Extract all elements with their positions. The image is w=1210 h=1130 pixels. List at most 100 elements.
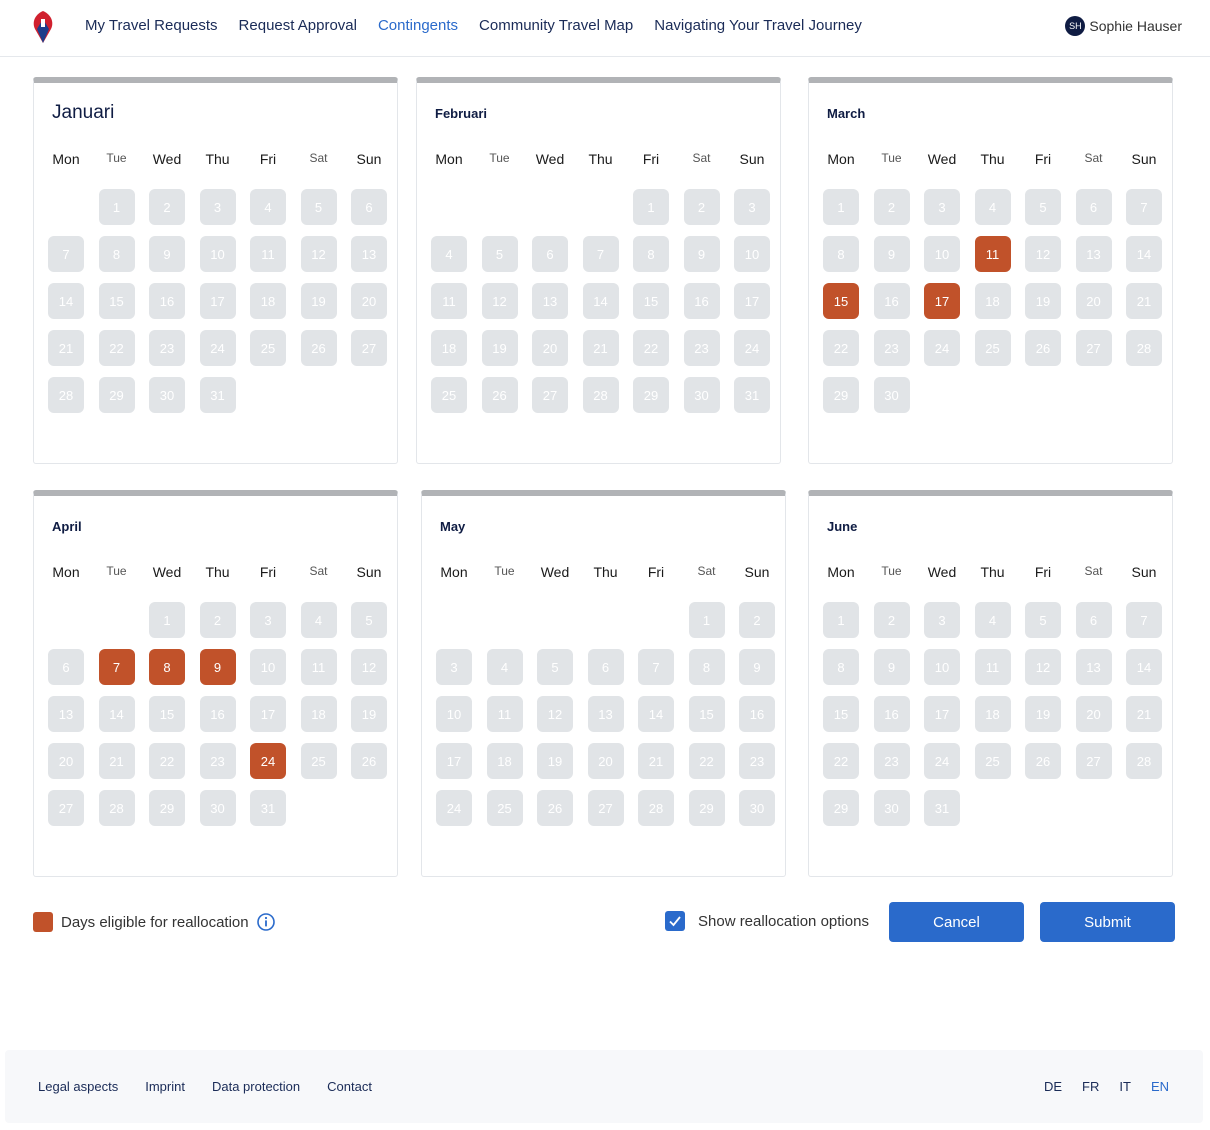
day-cell[interactable]: 7 xyxy=(638,649,674,685)
lang-fr[interactable]: FR xyxy=(1082,1079,1099,1094)
day-cell[interactable]: 17 xyxy=(436,743,472,779)
day-cell[interactable]: 29 xyxy=(149,790,185,826)
day-cell[interactable]: 26 xyxy=(1025,743,1061,779)
day-cell[interactable]: 4 xyxy=(431,236,467,272)
day-cell[interactable]: 22 xyxy=(633,330,669,366)
day-cell[interactable]: 12 xyxy=(481,283,518,319)
day-cell[interactable]: 18 xyxy=(300,696,337,732)
day-cell[interactable]: 18 xyxy=(974,283,1011,319)
day-cell[interactable]: 18 xyxy=(486,743,523,779)
day-cell[interactable]: 1 xyxy=(688,602,725,638)
lang-de[interactable]: DE xyxy=(1044,1079,1062,1094)
day-cell[interactable]: 29 xyxy=(688,790,725,826)
day-cell[interactable]: 26 xyxy=(1025,330,1061,366)
day-cell[interactable]: 28 xyxy=(48,377,84,413)
day-cell-eligible[interactable]: 8 xyxy=(149,649,185,685)
day-cell[interactable]: 22 xyxy=(823,743,859,779)
day-cell[interactable]: 15 xyxy=(633,283,669,319)
day-cell[interactable]: 4 xyxy=(486,649,523,685)
day-cell[interactable]: 31 xyxy=(250,790,286,826)
day-cell[interactable]: 7 xyxy=(1126,189,1162,225)
day-cell[interactable]: 6 xyxy=(1075,602,1112,638)
day-cell[interactable]: 9 xyxy=(683,236,720,272)
day-cell[interactable]: 16 xyxy=(873,696,910,732)
day-cell[interactable]: 17 xyxy=(924,696,960,732)
day-cell[interactable]: 10 xyxy=(924,649,960,685)
day-cell[interactable]: 30 xyxy=(149,377,185,413)
day-cell[interactable]: 25 xyxy=(486,790,523,826)
day-cell[interactable]: 22 xyxy=(688,743,725,779)
day-cell[interactable]: 14 xyxy=(1126,649,1162,685)
day-cell[interactable]: 29 xyxy=(633,377,669,413)
day-cell[interactable]: 29 xyxy=(823,377,859,413)
nav-request-approval[interactable]: Request Approval xyxy=(239,17,357,34)
day-cell[interactable]: 6 xyxy=(48,649,84,685)
submit-button[interactable]: Submit xyxy=(1040,902,1175,942)
day-cell[interactable]: 28 xyxy=(98,790,135,826)
day-cell[interactable]: 5 xyxy=(481,236,518,272)
day-cell[interactable]: 17 xyxy=(250,696,286,732)
day-cell[interactable]: 20 xyxy=(1075,696,1112,732)
day-cell[interactable]: 8 xyxy=(633,236,669,272)
day-cell[interactable]: 14 xyxy=(638,696,674,732)
day-cell[interactable]: 17 xyxy=(734,283,770,319)
day-cell[interactable]: 12 xyxy=(1025,236,1061,272)
day-cell[interactable]: 2 xyxy=(873,602,910,638)
day-cell[interactable]: 10 xyxy=(734,236,770,272)
day-cell[interactable]: 27 xyxy=(1075,743,1112,779)
day-cell[interactable]: 3 xyxy=(436,649,472,685)
day-cell[interactable]: 2 xyxy=(873,189,910,225)
day-cell[interactable]: 13 xyxy=(587,696,624,732)
day-cell[interactable]: 31 xyxy=(924,790,960,826)
day-cell[interactable]: 16 xyxy=(149,283,185,319)
day-cell[interactable]: 2 xyxy=(199,602,236,638)
day-cell-eligible[interactable]: 24 xyxy=(250,743,286,779)
day-cell[interactable]: 27 xyxy=(48,790,84,826)
day-cell[interactable]: 26 xyxy=(481,377,518,413)
show-reallocation-option[interactable]: Show reallocation options xyxy=(665,911,869,931)
day-cell[interactable]: 3 xyxy=(924,602,960,638)
day-cell[interactable]: 2 xyxy=(683,189,720,225)
day-cell[interactable]: 5 xyxy=(1025,189,1061,225)
day-cell[interactable]: 8 xyxy=(688,649,725,685)
day-cell[interactable]: 28 xyxy=(638,790,674,826)
day-cell[interactable]: 10 xyxy=(199,236,236,272)
nav-contingents[interactable]: Contingents xyxy=(378,17,458,34)
day-cell[interactable]: 16 xyxy=(199,696,236,732)
day-cell[interactable]: 15 xyxy=(98,283,135,319)
nav-community-travel-map[interactable]: Community Travel Map xyxy=(479,17,633,34)
day-cell[interactable]: 7 xyxy=(582,236,619,272)
day-cell[interactable]: 21 xyxy=(1126,283,1162,319)
day-cell[interactable]: 31 xyxy=(199,377,236,413)
day-cell[interactable]: 21 xyxy=(582,330,619,366)
day-cell[interactable]: 15 xyxy=(688,696,725,732)
day-cell[interactable]: 11 xyxy=(300,649,337,685)
day-cell[interactable]: 4 xyxy=(974,602,1011,638)
day-cell[interactable]: 3 xyxy=(734,189,770,225)
day-cell[interactable]: 31 xyxy=(734,377,770,413)
day-cell[interactable]: 13 xyxy=(1075,236,1112,272)
day-cell[interactable]: 3 xyxy=(250,602,286,638)
day-cell[interactable]: 1 xyxy=(823,189,859,225)
day-cell[interactable]: 29 xyxy=(823,790,859,826)
day-cell[interactable]: 28 xyxy=(1126,330,1162,366)
day-cell[interactable]: 23 xyxy=(873,330,910,366)
day-cell[interactable]: 12 xyxy=(537,696,573,732)
day-cell[interactable]: 20 xyxy=(587,743,624,779)
day-cell[interactable]: 14 xyxy=(98,696,135,732)
day-cell[interactable]: 29 xyxy=(98,377,135,413)
day-cell-eligible[interactable]: 17 xyxy=(924,283,960,319)
day-cell[interactable]: 27 xyxy=(532,377,568,413)
day-cell-eligible[interactable]: 11 xyxy=(974,236,1011,272)
day-cell[interactable]: 30 xyxy=(683,377,720,413)
cancel-button[interactable]: Cancel xyxy=(889,902,1024,942)
lang-it[interactable]: IT xyxy=(1119,1079,1131,1094)
day-cell[interactable]: 10 xyxy=(436,696,472,732)
day-cell[interactable]: 23 xyxy=(739,743,775,779)
day-cell[interactable]: 9 xyxy=(739,649,775,685)
day-cell[interactable]: 25 xyxy=(431,377,467,413)
day-cell[interactable]: 8 xyxy=(823,236,859,272)
day-cell[interactable]: 17 xyxy=(199,283,236,319)
day-cell[interactable]: 7 xyxy=(48,236,84,272)
lang-en[interactable]: EN xyxy=(1151,1079,1169,1094)
